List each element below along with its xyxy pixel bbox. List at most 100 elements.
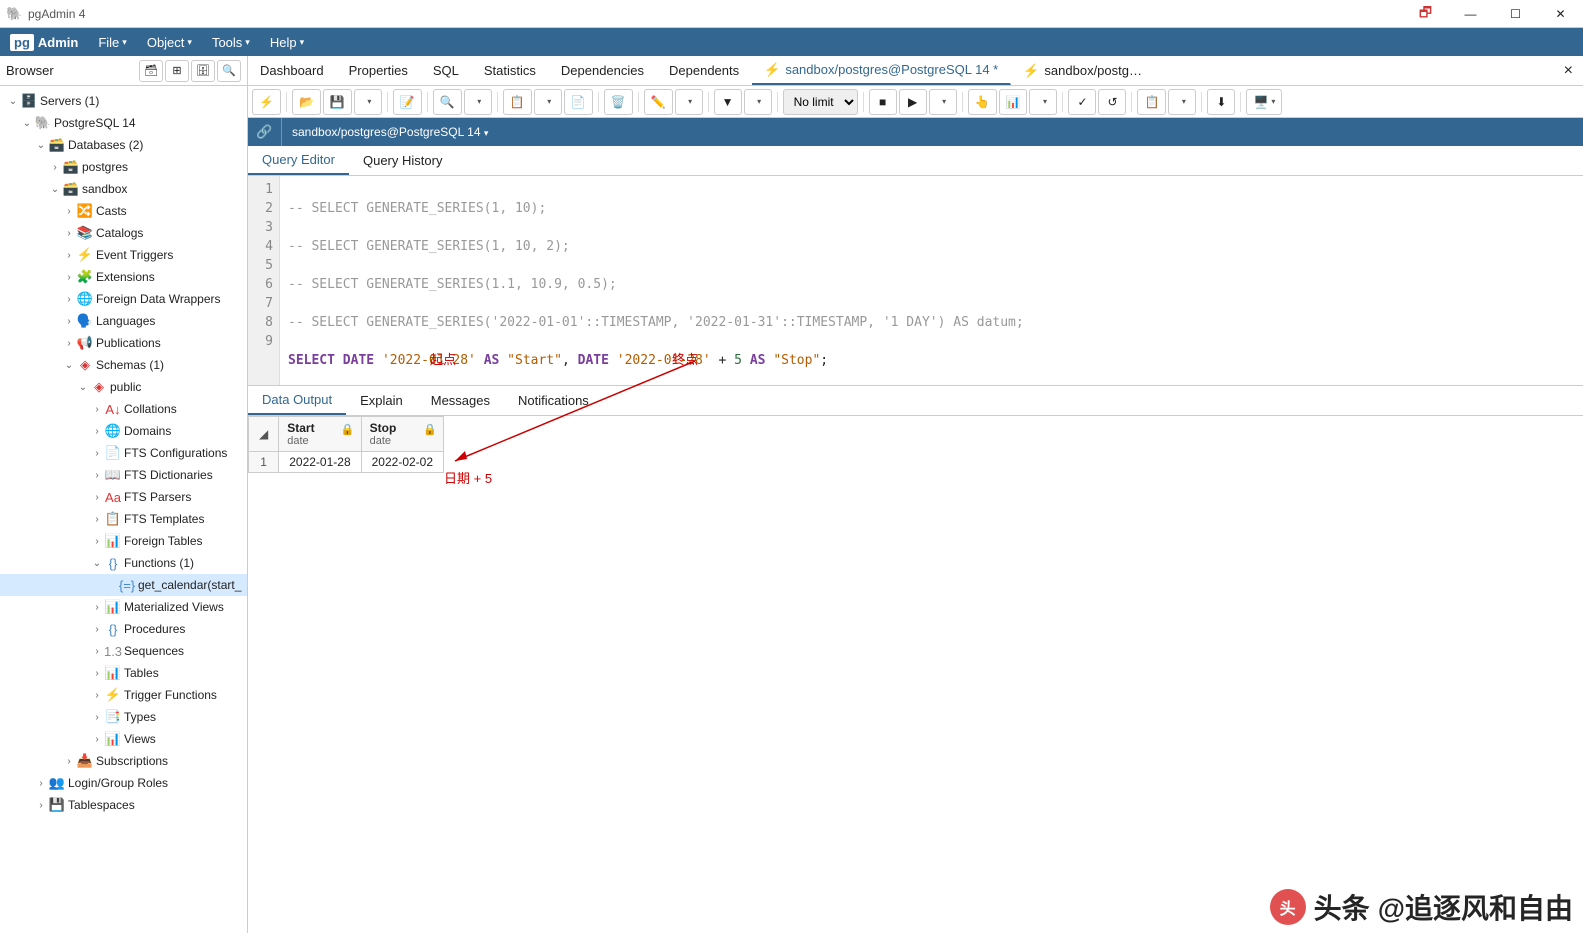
copy-button[interactable]: 📋 xyxy=(503,89,532,115)
tab-explain[interactable]: Explain xyxy=(346,386,417,415)
rollback-button[interactable]: ↺ xyxy=(1098,89,1126,115)
chevron-icon[interactable]: › xyxy=(90,448,104,459)
chevron-icon[interactable]: › xyxy=(90,668,104,679)
tree-item[interactable]: ›📊Tables xyxy=(0,662,247,684)
tab-query-2[interactable]: ⚡sandbox/postg… xyxy=(1011,56,1155,85)
chevron-icon[interactable]: ⌄ xyxy=(76,382,90,393)
chevron-icon[interactable]: › xyxy=(62,338,76,349)
tree-item[interactable]: ›📋FTS Templates xyxy=(0,508,247,530)
chevron-icon[interactable]: › xyxy=(62,250,76,261)
close-button[interactable]: ✕ xyxy=(1538,0,1583,28)
chevron-icon[interactable]: › xyxy=(62,756,76,767)
edit-button[interactable]: 📝 xyxy=(393,89,422,115)
tree-item[interactable]: ⌄🐘PostgreSQL 14 xyxy=(0,112,247,134)
filter-button[interactable]: ▼ xyxy=(714,89,742,115)
chevron-icon[interactable]: › xyxy=(62,316,76,327)
tree-item[interactable]: ›⚡Trigger Functions xyxy=(0,684,247,706)
tab-statistics[interactable]: Statistics xyxy=(472,56,549,85)
paste-button[interactable]: 📄 xyxy=(564,89,593,115)
tree-item[interactable]: ›AaFTS Parsers xyxy=(0,486,247,508)
explain-analyze-button[interactable]: 📊 xyxy=(999,89,1028,115)
tree-item[interactable]: ›{}Procedures xyxy=(0,618,247,640)
tree-item[interactable]: ›📑Types xyxy=(0,706,247,728)
tree-item[interactable]: ›🗃️postgres xyxy=(0,156,247,178)
chevron-icon[interactable]: ⌄ xyxy=(48,184,62,195)
chevron-icon[interactable]: › xyxy=(90,646,104,657)
explain-button[interactable]: 👆 xyxy=(968,89,997,115)
tree-item[interactable]: ›📊Foreign Tables xyxy=(0,530,247,552)
menu-file[interactable]: File▾ xyxy=(88,28,136,56)
chevron-icon[interactable]: › xyxy=(90,536,104,547)
tree-item[interactable]: ›🌐Domains xyxy=(0,420,247,442)
chevron-icon[interactable]: ⌄ xyxy=(20,118,34,129)
save-dropdown[interactable] xyxy=(354,89,382,115)
table-row[interactable]: 1 2022-01-28 2022-02-02 xyxy=(249,452,444,473)
save-button[interactable]: 💾 xyxy=(323,89,352,115)
restore-overlap-icon[interactable]: 🗗 xyxy=(1403,0,1448,28)
tab-properties[interactable]: Properties xyxy=(337,56,421,85)
copy-dropdown[interactable] xyxy=(534,89,562,115)
tree-item[interactable]: ⌄◈public xyxy=(0,376,247,398)
chevron-icon[interactable]: › xyxy=(34,778,48,789)
macros-dropdown[interactable] xyxy=(1168,89,1196,115)
column-header-stop[interactable]: Stop date 🔒 xyxy=(361,417,443,452)
object-tree[interactable]: ⌄🗄️Servers (1)⌄🐘PostgreSQL 14⌄🗃️Database… xyxy=(0,86,247,933)
find-button[interactable]: 🔍 xyxy=(433,89,462,115)
tab-dependents[interactable]: Dependents xyxy=(657,56,752,85)
open-button[interactable]: ⚡ xyxy=(252,89,281,115)
settings-button[interactable]: 🖥️ xyxy=(1246,89,1282,115)
tree-item[interactable]: ›👥Login/Group Roles xyxy=(0,772,247,794)
chevron-icon[interactable]: ⌄ xyxy=(62,360,76,371)
tab-dependencies[interactable]: Dependencies xyxy=(549,56,657,85)
chevron-icon[interactable]: › xyxy=(62,294,76,305)
cell-start[interactable]: 2022-01-28 xyxy=(279,452,361,473)
tree-item[interactable]: ⌄◈Schemas (1) xyxy=(0,354,247,376)
menu-object[interactable]: Object▾ xyxy=(137,28,202,56)
tab-messages[interactable]: Messages xyxy=(417,386,504,415)
tree-item[interactable]: ›📢Publications xyxy=(0,332,247,354)
code-content[interactable]: -- SELECT GENERATE_SERIES(1, 10); -- SEL… xyxy=(280,176,1583,385)
tree-item[interactable]: ›📚Catalogs xyxy=(0,222,247,244)
filter-dropdown[interactable] xyxy=(744,89,772,115)
tree-item[interactable]: ⌄🗄️Servers (1) xyxy=(0,90,247,112)
chevron-icon[interactable]: › xyxy=(90,690,104,701)
stop-button[interactable]: ■ xyxy=(869,89,897,115)
tab-query-1[interactable]: ⚡sandbox/postgres@PostgreSQL 14 * xyxy=(752,56,1011,85)
tab-dashboard[interactable]: Dashboard xyxy=(248,56,337,85)
chevron-icon[interactable]: › xyxy=(62,206,76,217)
browser-tool-search[interactable]: 🔍 xyxy=(217,60,241,82)
explain-dropdown[interactable] xyxy=(1029,89,1057,115)
tree-item[interactable]: ›🧩Extensions xyxy=(0,266,247,288)
chevron-icon[interactable]: › xyxy=(90,470,104,481)
chevron-icon[interactable]: › xyxy=(90,602,104,613)
execute-dropdown[interactable] xyxy=(929,89,957,115)
chevron-icon[interactable]: ⌄ xyxy=(6,96,20,107)
tree-item[interactable]: ›1.3Sequences xyxy=(0,640,247,662)
chevron-icon[interactable]: › xyxy=(90,404,104,415)
chevron-icon[interactable]: › xyxy=(90,734,104,745)
tree-item[interactable]: ›📄FTS Configurations xyxy=(0,442,247,464)
chevron-icon[interactable]: › xyxy=(62,228,76,239)
edit2-button[interactable]: ✏️ xyxy=(644,89,673,115)
minimize-button[interactable]: — xyxy=(1448,0,1493,28)
tab-query-history[interactable]: Query History xyxy=(349,146,456,175)
chevron-icon[interactable]: › xyxy=(90,712,104,723)
tree-item[interactable]: ⌄🗃️Databases (2) xyxy=(0,134,247,156)
chevron-icon[interactable]: › xyxy=(62,272,76,283)
tree-item[interactable]: ⌄{}Functions (1) xyxy=(0,552,247,574)
chevron-icon[interactable]: ⌄ xyxy=(34,140,48,151)
chevron-icon[interactable]: › xyxy=(90,492,104,503)
tree-item[interactable]: ›A↓Collations xyxy=(0,398,247,420)
chevron-icon[interactable]: ⌄ xyxy=(90,558,104,569)
macros-button[interactable]: 📋 xyxy=(1137,89,1166,115)
tree-item[interactable]: ›📥Subscriptions xyxy=(0,750,247,772)
folder-open-button[interactable]: 📂 xyxy=(292,89,321,115)
tab-sql[interactable]: SQL xyxy=(421,56,472,85)
chevron-icon[interactable]: › xyxy=(90,624,104,635)
chevron-icon[interactable]: › xyxy=(90,426,104,437)
menu-tools[interactable]: Tools▾ xyxy=(202,28,260,56)
browser-tool-2[interactable]: ⊞ xyxy=(165,60,189,82)
browser-tool-1[interactable]: 🗃 xyxy=(139,60,163,82)
tree-item[interactable]: ›🔀Casts xyxy=(0,200,247,222)
chevron-icon[interactable]: › xyxy=(90,514,104,525)
